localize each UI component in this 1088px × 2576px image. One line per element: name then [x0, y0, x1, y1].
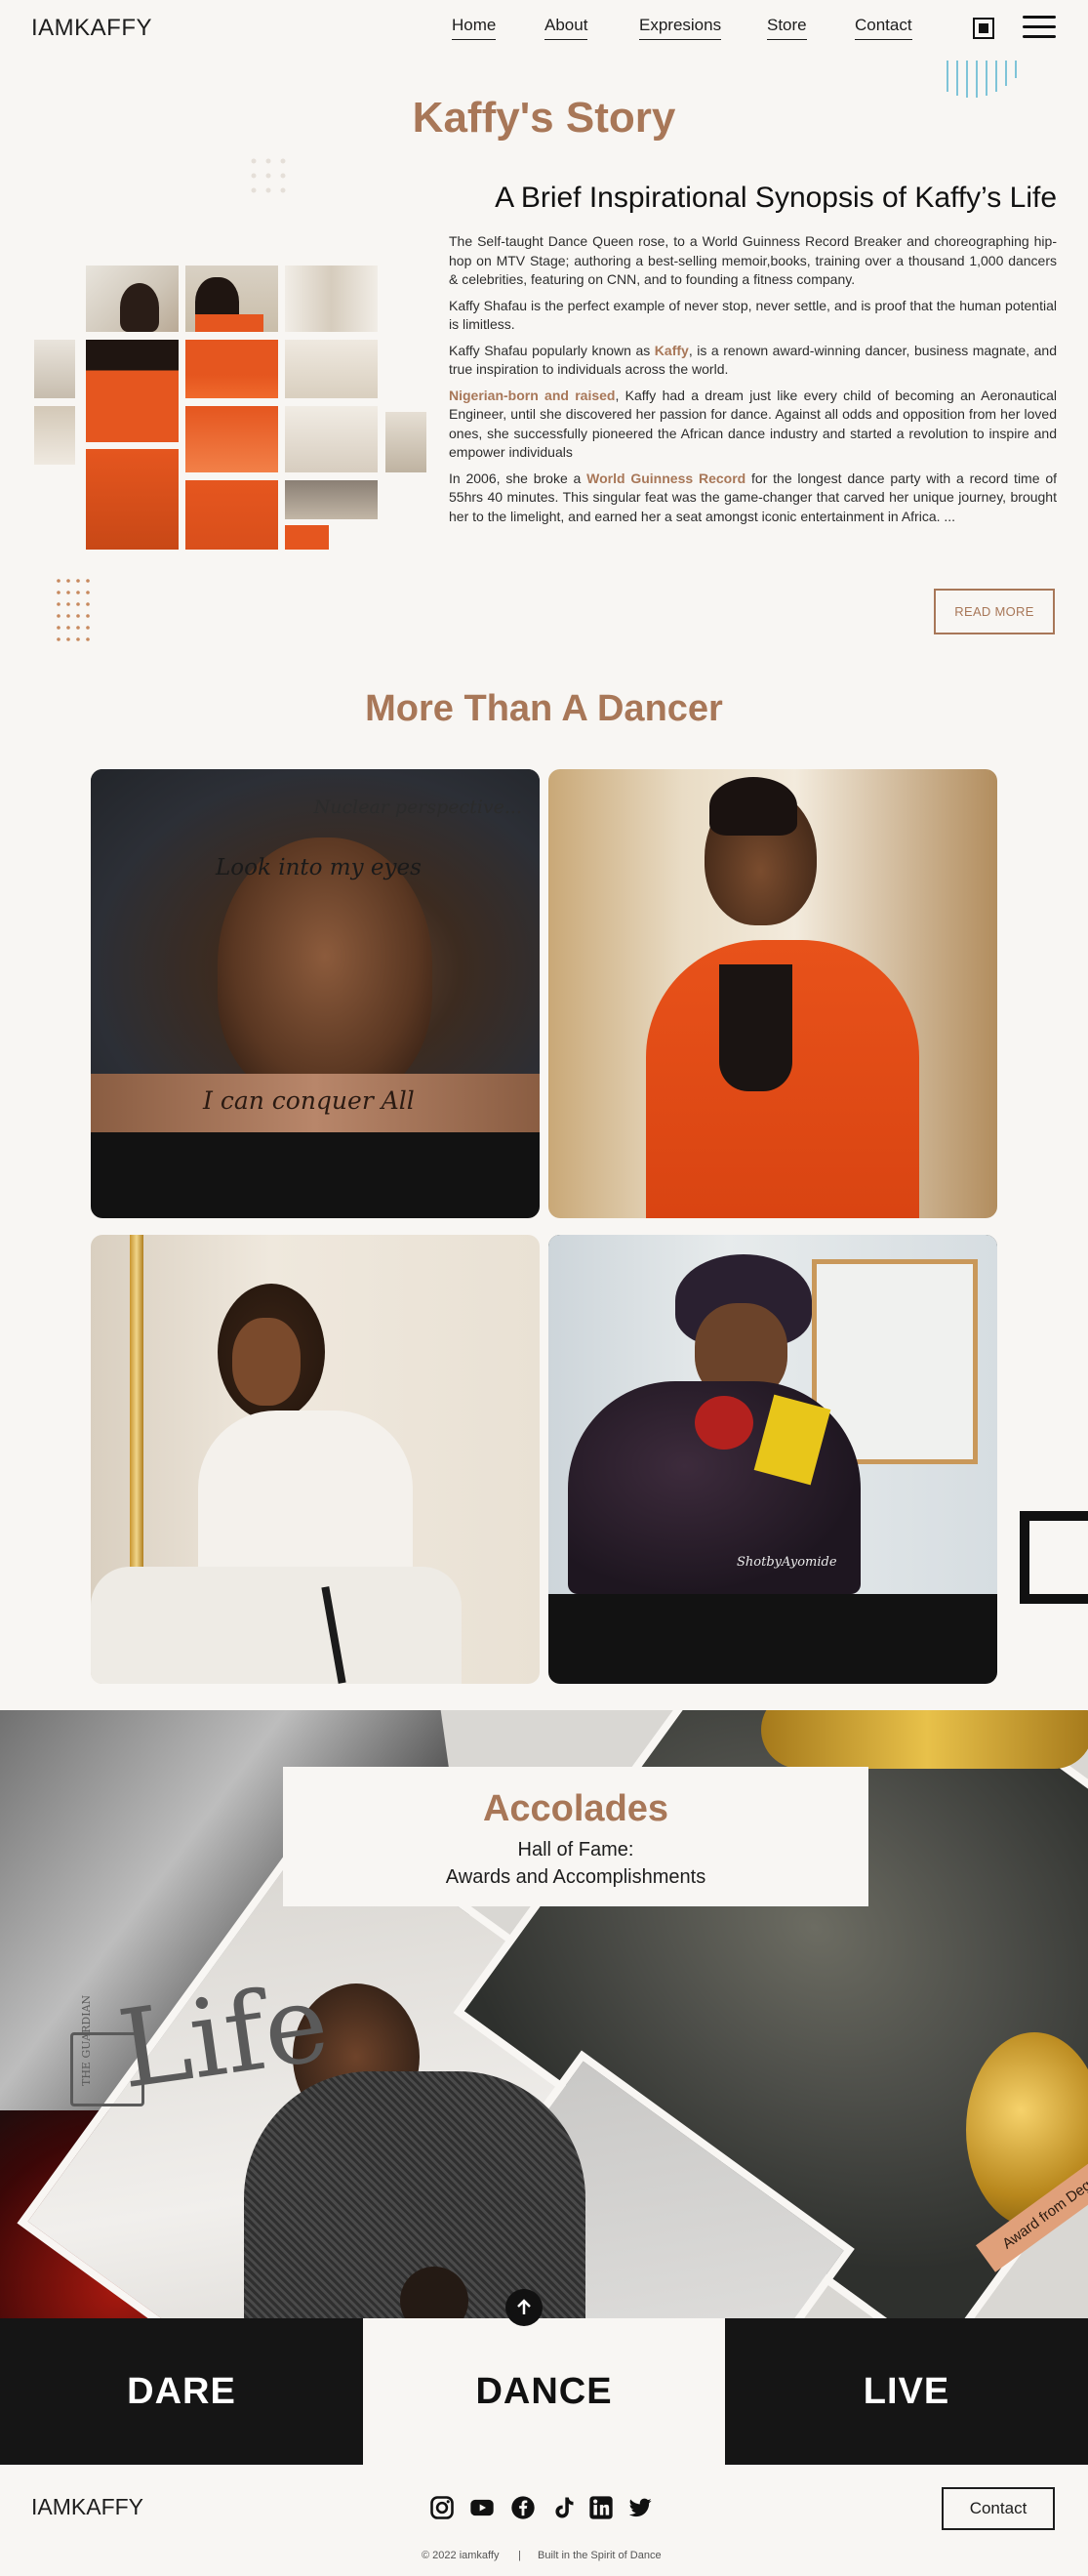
dancer-title: More Than A Dancer: [365, 688, 723, 729]
highlight-origin: Nigerian-born and raised: [449, 387, 616, 403]
stop-icon: [979, 23, 988, 33]
card1-script-top: Nuclear perspective...: [313, 797, 522, 818]
site-logo[interactable]: IAMKAFFY: [31, 15, 152, 42]
footer-logo[interactable]: IAMKAFFY: [31, 2494, 143, 2520]
facebook-icon[interactable]: [509, 2494, 537, 2521]
story-paragraph: The Self-taught Dance Queen rose, to a W…: [449, 233, 1057, 287]
story-paragraph: In 2006, she broke a World Guinness Reco…: [449, 470, 1057, 524]
youtube-icon[interactable]: [468, 2494, 496, 2521]
read-more-button[interactable]: READ MORE: [934, 589, 1055, 634]
copyright: © 2022 iamkaffy: [422, 2550, 500, 2561]
story-paragraph: Nigerian-born and raised, Kaffy had a dr…: [449, 387, 1058, 461]
footer-separator: |: [518, 2550, 521, 2561]
nav-store[interactable]: Store: [767, 16, 807, 40]
nav-home[interactable]: Home: [452, 16, 497, 40]
gallery-card-2[interactable]: [548, 769, 997, 1218]
decorative-frame: [1020, 1511, 1088, 1604]
arrow-up-icon: [517, 2299, 531, 2314]
story-title: Kaffy's Story: [412, 94, 676, 142]
story-paragraph: Kaffy Shafau is the perfect example of n…: [449, 297, 1057, 333]
decorative-dots: [57, 579, 90, 641]
gallery-card-3[interactable]: [91, 1235, 540, 1684]
instagram-icon[interactable]: [428, 2494, 456, 2521]
tiktok-icon[interactable]: [549, 2494, 577, 2521]
nav-contact[interactable]: Contact: [855, 16, 912, 40]
hamburger-icon: [1023, 16, 1056, 19]
nav-about[interactable]: About: [544, 16, 588, 40]
accolades-title: Accolades: [482, 1788, 669, 1829]
banner-dare: DARE: [0, 2318, 363, 2465]
twitter-icon[interactable]: [626, 2494, 654, 2521]
magazine-brand: THE GUARDIAN: [80, 1994, 93, 2086]
card4-signature: ShotbyAyomide: [737, 1555, 837, 1570]
accolades-heading-box: Accolades Hall of Fame: Awards and Accom…: [283, 1767, 868, 1906]
footer-contact-button[interactable]: Contact: [942, 2487, 1055, 2530]
gallery-card-4[interactable]: ShotbyAyomide: [548, 1235, 997, 1684]
menu-button[interactable]: [1023, 16, 1056, 41]
story-subtitle: A Brief Inspirational Synopsis of Kaffy’…: [495, 182, 1057, 214]
stop-button[interactable]: [973, 18, 994, 39]
gallery-card-1[interactable]: Nuclear perspective... Look into my eyes…: [91, 769, 540, 1218]
accolades-line2: Awards and Accomplishments: [445, 1866, 706, 1888]
scroll-top-button[interactable]: [505, 2289, 543, 2326]
card1-script-mid: Look into my eyes: [216, 855, 422, 880]
nav-expresions[interactable]: Expresions: [639, 16, 722, 40]
decorative-dots: [251, 158, 286, 193]
accolades-line1: Hall of Fame:: [517, 1839, 634, 1860]
highlight-record: World Guinness Record: [586, 470, 746, 486]
linkedin-icon[interactable]: [587, 2494, 615, 2521]
story-paragraph: Kaffy Shafau popularly known as Kaffy, i…: [449, 342, 1058, 378]
card1-script-bottom: I can conquer All: [203, 1086, 415, 1115]
banner-live: LIVE: [725, 2318, 1088, 2465]
banner-dance: DANCE: [363, 2318, 725, 2465]
highlight-kaffy: Kaffy: [654, 342, 689, 358]
story-photo-mosaic: [29, 264, 439, 556]
story-text: The Self-taught Dance Queen rose, to a W…: [449, 232, 1057, 533]
footer-tagline: Built in the Spirit of Dance: [538, 2550, 662, 2561]
